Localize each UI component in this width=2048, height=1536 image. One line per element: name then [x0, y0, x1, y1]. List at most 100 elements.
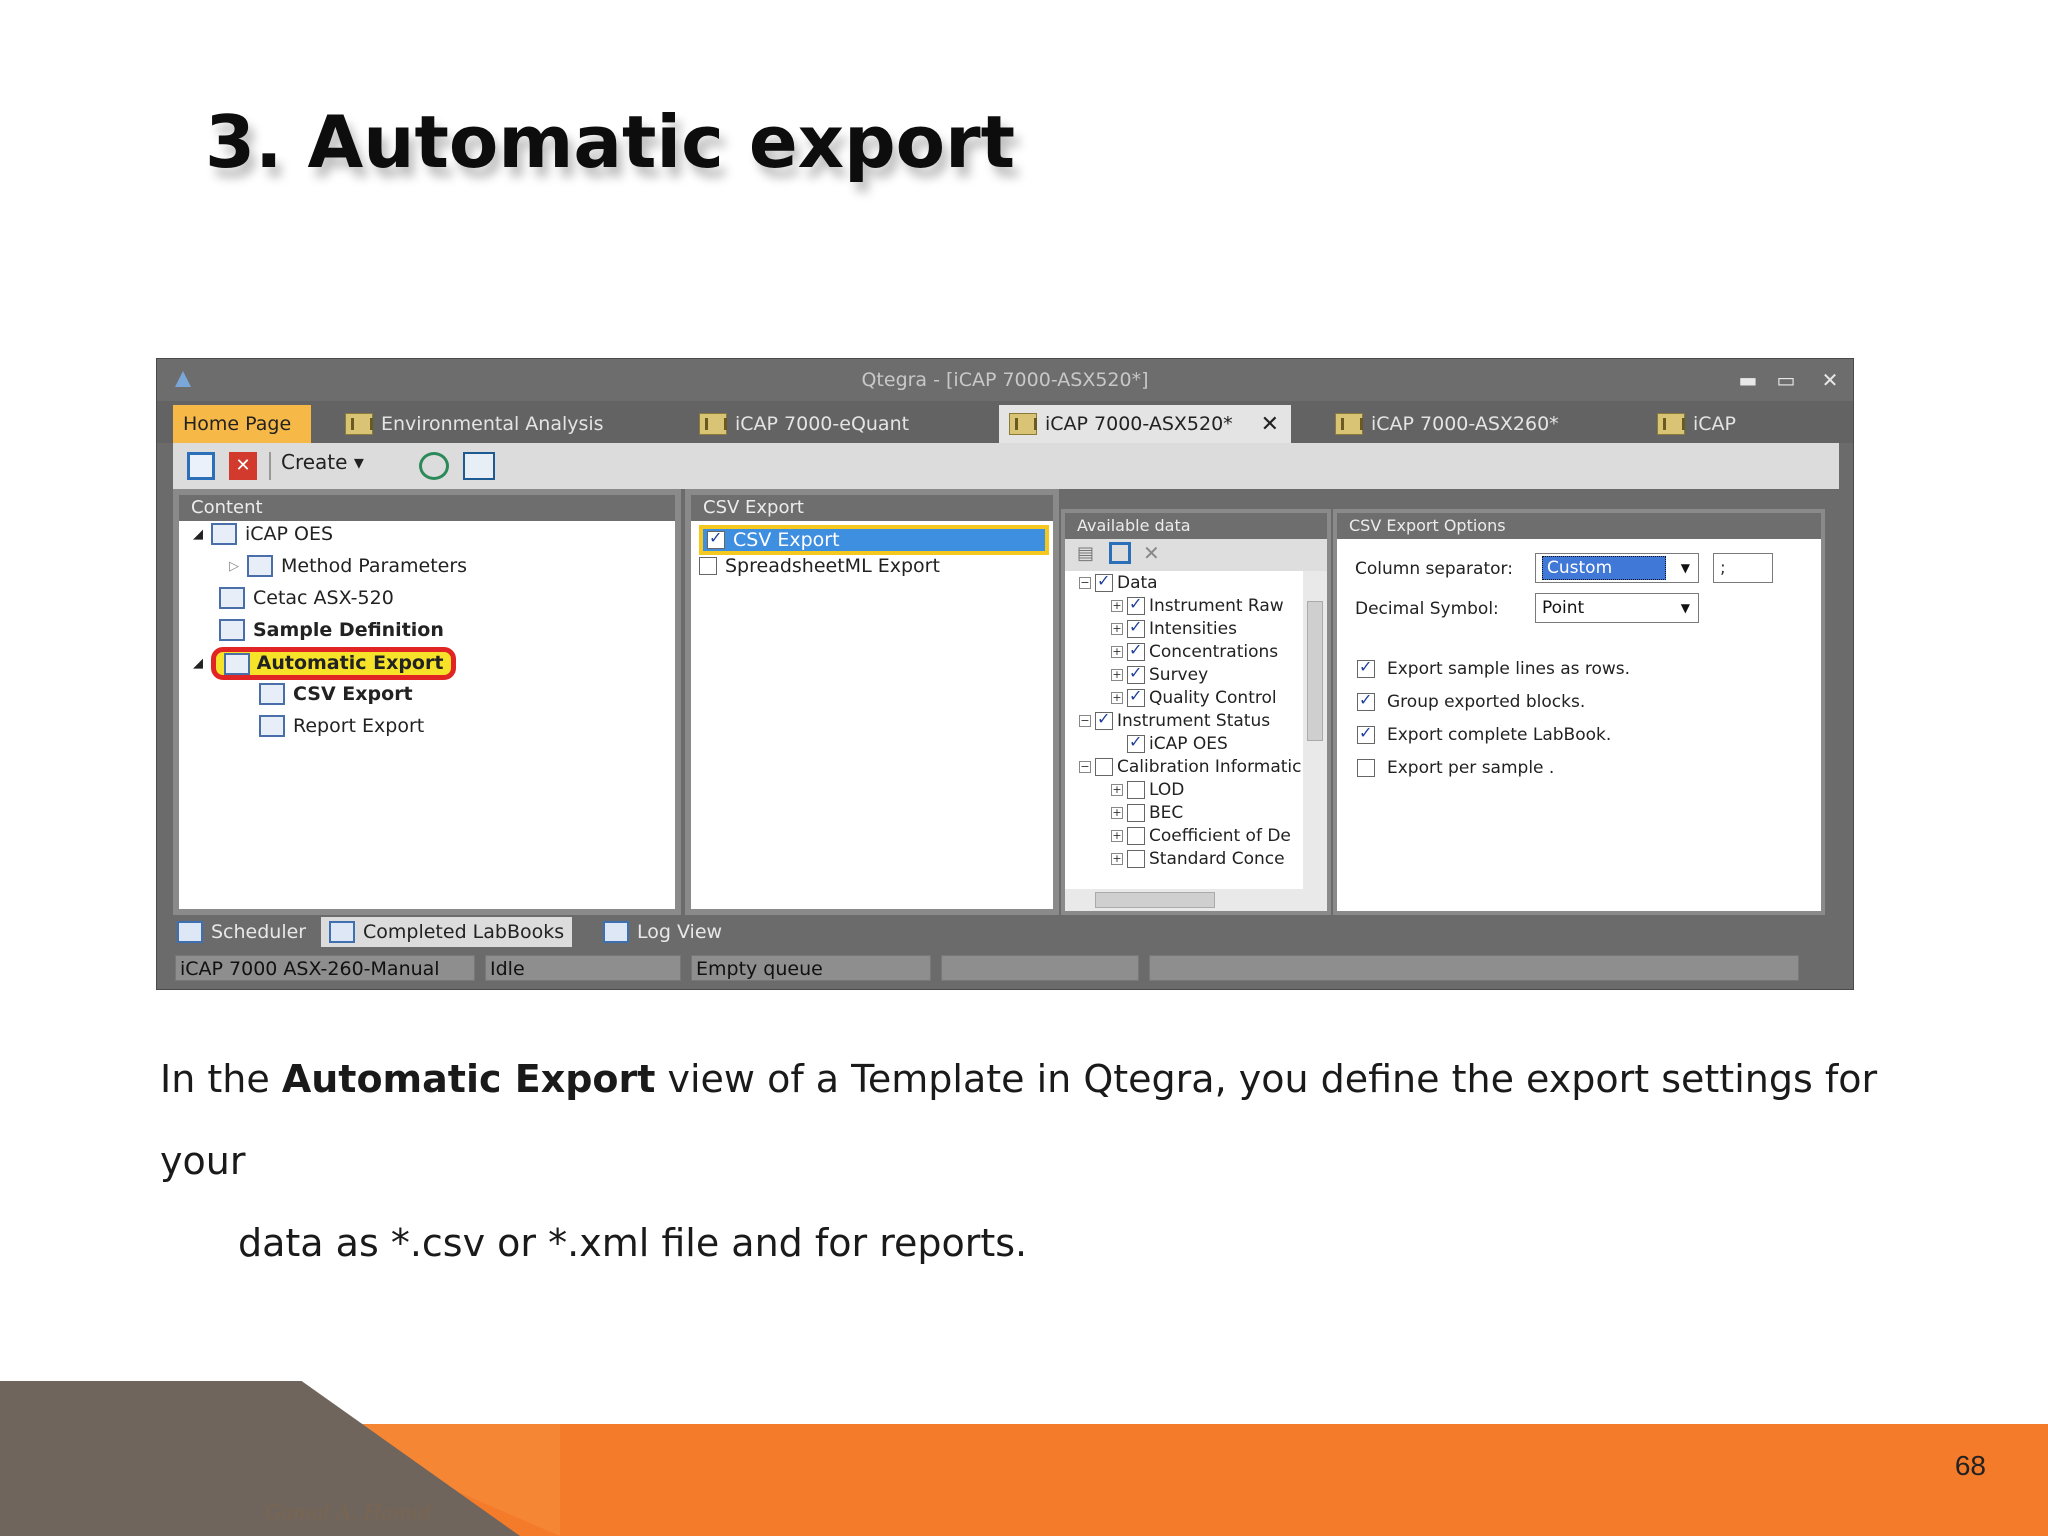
collapse-icon[interactable]: −	[1079, 577, 1091, 589]
page-number: 68	[1954, 1450, 1986, 1481]
history-icon[interactable]	[419, 452, 449, 480]
scroll-thumb[interactable]	[1095, 892, 1215, 908]
tree-item-label: Quality Control	[1149, 688, 1277, 708]
tree-item-icap-oes[interactable]: iCAP OES	[1127, 732, 1228, 754]
close-button[interactable]: ✕	[1815, 367, 1845, 393]
instrument-icon	[211, 523, 237, 545]
collapse-all-icon[interactable]: ▤	[1077, 543, 1094, 564]
tree-item-label: Concentrations	[1149, 642, 1279, 662]
delete-icon[interactable]: ✕	[229, 452, 257, 480]
checkbox[interactable]	[1127, 640, 1145, 661]
checkbox[interactable]	[1127, 732, 1145, 753]
spreadsheetml-export-checkbox[interactable]	[699, 557, 717, 575]
export-per-sample-option[interactable]: Export per sample .	[1357, 758, 1554, 778]
csv-export-checkbox[interactable]	[707, 528, 725, 549]
tab-log-view[interactable]: Log View	[603, 917, 722, 947]
tree-item-lod[interactable]: + LOD	[1111, 780, 1184, 800]
checkbox[interactable]	[1095, 709, 1113, 730]
tab-icap-7000-equant[interactable]: iCAP 7000-eQuant	[689, 405, 909, 443]
labbook-icon	[329, 921, 355, 943]
expand-icon[interactable]: +	[1111, 853, 1123, 865]
checkbox[interactable]	[1127, 617, 1145, 638]
spreadsheetml-export-option[interactable]: SpreadsheetML Export	[699, 555, 940, 577]
checkbox[interactable]	[1127, 686, 1145, 707]
checkbox[interactable]	[1095, 571, 1113, 592]
group-blocks-option[interactable]: Group exported blocks.	[1357, 690, 1585, 712]
collapse-icon[interactable]: −	[1079, 715, 1091, 727]
status-empty-1	[941, 955, 1139, 981]
checkbox[interactable]	[1127, 781, 1145, 799]
decimal-symbol-select[interactable]: Point ▼	[1535, 593, 1699, 623]
csv-export-option[interactable]: CSV Export	[699, 525, 1049, 555]
tree-item-label: LOD	[1149, 780, 1185, 800]
expand-icon[interactable]: +	[1111, 600, 1123, 612]
checkbox[interactable]	[1127, 850, 1145, 868]
tree-item-bec[interactable]: + BEC	[1111, 803, 1183, 823]
import-icon[interactable]	[463, 452, 495, 480]
expand-icon[interactable]: +	[1111, 646, 1123, 658]
checkbox[interactable]	[1357, 690, 1375, 711]
expand-icon[interactable]: +	[1111, 784, 1123, 796]
tree-item-survey[interactable]: + Survey	[1111, 663, 1209, 685]
collapse-icon[interactable]: −	[1079, 761, 1091, 773]
tree-item-calibration-information[interactable]: − Calibration Informatic	[1079, 757, 1301, 777]
horizontal-scrollbar[interactable]	[1065, 889, 1327, 911]
checkbox[interactable]	[1357, 723, 1375, 744]
expand-arrow-icon[interactable]: ▷	[229, 559, 239, 574]
scroll-thumb[interactable]	[1307, 601, 1323, 741]
clear-icon[interactable]: ✕	[1143, 541, 1160, 565]
tree-item-icap-oes[interactable]: ◢ iCAP OES	[193, 523, 333, 545]
status-queue: Empty queue	[691, 955, 931, 981]
tab-environmental-analysis[interactable]: Environmental Analysis	[335, 405, 604, 443]
minimize-button[interactable]: ▬	[1733, 367, 1763, 393]
expand-icon[interactable]: +	[1111, 807, 1123, 819]
tree-item-label: Survey	[1149, 665, 1209, 685]
checkbox[interactable]	[1357, 657, 1375, 678]
export-labbook-option[interactable]: Export complete LabBook.	[1357, 723, 1611, 745]
tree-item-label: iCAP OES	[245, 523, 334, 545]
save-icon[interactable]	[1109, 542, 1131, 564]
tree-item-instrument-status[interactable]: − Instrument Status	[1079, 709, 1270, 731]
tree-item-sample-definition[interactable]: Sample Definition	[219, 619, 444, 641]
tree-item-data[interactable]: − Data	[1079, 571, 1158, 593]
tab-icap-7000-asx520[interactable]: iCAP 7000-ASX520* ✕	[999, 405, 1291, 443]
checkbox[interactable]	[1127, 594, 1145, 615]
create-menu-button[interactable]: Create ▾	[281, 450, 364, 478]
tree-item-quality-control[interactable]: + Quality Control	[1111, 686, 1277, 708]
expand-icon[interactable]: +	[1111, 692, 1123, 704]
maximize-button[interactable]: ▭	[1771, 367, 1801, 393]
tree-item-standard-concentration[interactable]: + Standard Conce	[1111, 849, 1285, 869]
checkbox[interactable]	[1127, 827, 1145, 845]
tree-item-csv-export[interactable]: CSV Export	[259, 683, 413, 705]
expand-icon[interactable]: +	[1111, 669, 1123, 681]
custom-separator-input[interactable]: ;	[1713, 553, 1773, 583]
export-rows-option[interactable]: Export sample lines as rows.	[1357, 657, 1630, 679]
expand-icon[interactable]: +	[1111, 623, 1123, 635]
collapse-arrow-icon[interactable]: ◢	[193, 656, 203, 671]
checkbox[interactable]	[1357, 759, 1375, 777]
checkbox[interactable]	[1095, 758, 1113, 776]
tree-item-report-export[interactable]: Report Export	[259, 715, 424, 737]
checkbox[interactable]	[1127, 804, 1145, 822]
document-icon	[1657, 413, 1685, 435]
tab-completed-labbooks[interactable]: Completed LabBooks	[321, 917, 573, 947]
tree-item-intensities[interactable]: + Intensities	[1111, 617, 1237, 639]
tree-item-cetac-asx-520[interactable]: Cetac ASX-520	[219, 587, 394, 609]
tree-item-coefficient[interactable]: + Coefficient of De	[1111, 826, 1291, 846]
vertical-scrollbar[interactable]	[1303, 571, 1327, 889]
tab-icap-overflow[interactable]: iCAP	[1647, 405, 1736, 443]
expand-icon[interactable]: +	[1111, 830, 1123, 842]
tab-icap-7000-asx260[interactable]: iCAP 7000-ASX260*	[1325, 405, 1559, 443]
checkbox[interactable]	[1127, 663, 1145, 684]
collapse-arrow-icon[interactable]: ◢	[193, 527, 203, 542]
tree-item-label: CSV Export	[293, 683, 413, 705]
column-separator-select[interactable]: Custom ▼	[1535, 553, 1699, 583]
save-icon[interactable]	[187, 452, 215, 480]
tab-scheduler[interactable]: Scheduler	[177, 917, 306, 947]
tree-item-automatic-export[interactable]: ◢ Automatic Export	[193, 647, 457, 680]
tree-item-instrument-raw[interactable]: + Instrument Raw	[1111, 594, 1284, 616]
tab-home-page[interactable]: Home Page	[173, 405, 311, 443]
tree-item-concentrations[interactable]: + Concentrations	[1111, 640, 1279, 662]
tab-close-icon[interactable]: ✕	[1261, 412, 1279, 437]
tree-item-method-parameters[interactable]: ▷ Method Parameters	[229, 555, 467, 577]
